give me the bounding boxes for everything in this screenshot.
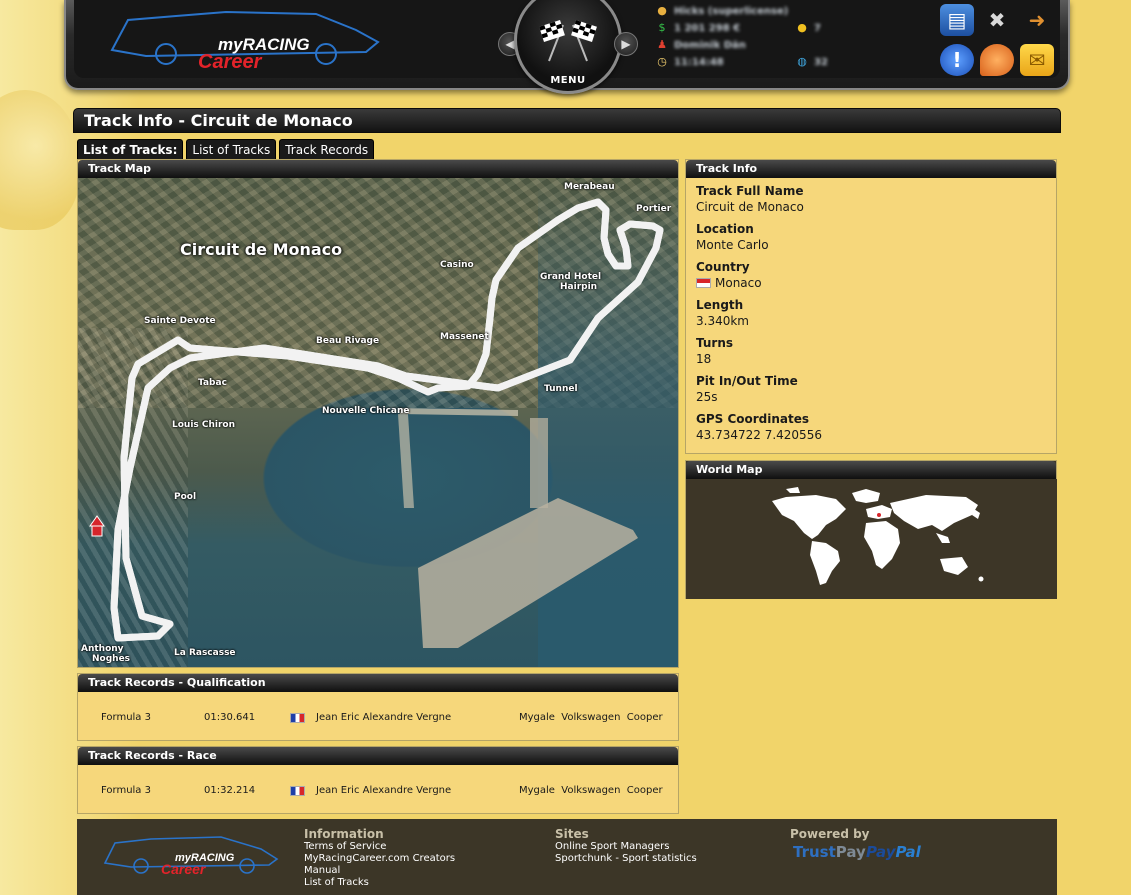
top-icons: ▤ ✖ ➜ ! ✉: [936, 4, 1060, 80]
table-row: Formula 3 01:30.641 Jean Eric Alexandre …: [78, 711, 678, 725]
footer-link-sportchunk[interactable]: Sportchunk - Sport statistics: [555, 853, 697, 865]
france-flag-icon: [290, 713, 305, 723]
footer-link-sport-managers[interactable]: Online Sport Managers: [555, 841, 697, 853]
book-icon[interactable]: ▤: [940, 4, 974, 36]
record-car: Mygale Volkswagen Cooper: [519, 785, 663, 796]
label-tabac: Tabac: [198, 378, 227, 388]
label-grand-hotel: Grand Hotel: [540, 272, 602, 282]
logo-text-bottom: Career: [198, 51, 263, 70]
footer-sites: Sites Online Sport Managers Sportchunk -…: [555, 827, 697, 865]
label-casino: Casino: [440, 260, 474, 270]
info-country: Country Monaco: [696, 260, 762, 290]
records-race-header: Track Records - Race: [78, 747, 678, 765]
map-title: Circuit de Monaco: [180, 240, 343, 259]
footer-information: Information Terms of Service MyRacingCar…: [304, 827, 456, 889]
label-pool: Pool: [174, 492, 197, 502]
player-stats: ● Hicks (superlicense) $1 201 298 € ● 7 ♟ D…: [656, 2, 856, 70]
footer-logo[interactable]: myRACING Career: [101, 833, 281, 880]
records-qualification-panel: Track Records - Qualification Formula 3 …: [77, 673, 679, 741]
tab-list-of-tracks[interactable]: List of Tracks: [186, 139, 277, 159]
track-info-body: Track Full Name Circuit de Monaco Locati…: [686, 178, 1056, 450]
france-flag-icon: [290, 786, 305, 796]
track-location-marker: [877, 513, 881, 517]
user-icon: ●: [657, 4, 667, 17]
chat-bubble-icon[interactable]: [980, 44, 1014, 76]
monaco-flag-icon: [696, 278, 711, 288]
label-portier: Portier: [636, 204, 672, 214]
tabs-label: List of Tracks:: [77, 139, 184, 159]
label-massenet: Massenet: [440, 332, 489, 342]
alert-icon[interactable]: !: [940, 44, 974, 76]
menu-label: MENU: [550, 75, 586, 86]
world-map-header: World Map: [686, 461, 1056, 479]
label-tunnel: Tunnel: [544, 384, 578, 394]
footer-powered-by: Powered by: [790, 827, 870, 841]
stat-money: $1 201 298 € ● 7: [656, 19, 856, 36]
record-time: 01:32.214: [204, 785, 256, 796]
globe-icon: ◍: [797, 55, 807, 68]
info-turns: Turns 18: [696, 336, 734, 366]
track-layout: [89, 198, 664, 648]
label-louis-chiron: Louis Chiron: [172, 420, 236, 430]
track-info-panel: Track Info Track Full Name Circuit de Mo…: [685, 159, 1057, 454]
label-mirabeau: Merabeau: [564, 182, 615, 192]
site-logo[interactable]: myRACING Career: [106, 8, 386, 73]
track-map-image: Circuit de Monaco Merabeau Portier Casin…: [78, 178, 678, 667]
top-bar: myRACING Career ◀ MENU ▶ ● Hicks (superl…: [64, 0, 1070, 94]
manager-icon: ♟: [657, 38, 667, 51]
coin-icon: ●: [797, 21, 807, 34]
label-nouvelle-chicane: Nouvelle Chicane: [322, 406, 410, 416]
footer-link-terms[interactable]: Terms of Service: [304, 841, 455, 853]
tab-track-records[interactable]: Track Records: [279, 139, 375, 159]
tools-icon[interactable]: ✖: [980, 4, 1014, 36]
label-la-rascasse: La Rascasse: [174, 648, 236, 658]
record-series: Formula 3: [101, 712, 151, 723]
clock-icon: ◷: [657, 55, 667, 68]
footer-link-manual[interactable]: Manual: [304, 865, 455, 877]
trustpay-logo[interactable]: TrustPay: [793, 843, 866, 861]
page-title: Track Info - Circuit de Monaco: [73, 108, 1061, 133]
record-car: Mygale Volkswagen Cooper: [519, 712, 663, 723]
record-driver[interactable]: Jean Eric Alexandre Vergne: [316, 711, 451, 725]
footer-link-tracks[interactable]: List of Tracks: [304, 877, 455, 889]
checkered-flags-icon: [539, 19, 597, 62]
world-map: [686, 479, 1057, 599]
paypal-logo[interactable]: PayPal: [866, 843, 921, 861]
world-map-image: [772, 487, 984, 585]
mail-icon[interactable]: ✉: [1020, 44, 1054, 76]
footer-link-creators[interactable]: MyRacingCareer.com Creators: [304, 853, 455, 865]
info-gps: GPS Coordinates 43.734722 7.420556: [696, 412, 822, 442]
info-pit-time: Pit In/Out Time 25s: [696, 374, 798, 404]
stat-user[interactable]: ● Hicks (superlicense): [656, 2, 856, 19]
label-beau-rivage: Beau Rivage: [316, 336, 380, 346]
info-full-name: Track Full Name Circuit de Monaco: [696, 184, 804, 214]
info-location: Location Monte Carlo: [696, 222, 769, 252]
world-map-panel: World Map: [685, 460, 1057, 599]
track-map-panel: Track Map Circuit de Monaco Merabeau Por…: [77, 159, 679, 668]
label-noghes: Noghes: [92, 654, 131, 664]
footer: myRACING Career Information Terms of Ser…: [77, 819, 1057, 895]
tab-bar: List of Tracks: List of Tracks Track Rec…: [77, 139, 375, 159]
svg-text:Career: Career: [161, 861, 207, 877]
stat-time: ◷ 11:14:48 ◍ 32: [657, 55, 828, 68]
label-hairpin: Hairpin: [560, 282, 598, 292]
dollar-icon: $: [658, 21, 666, 34]
table-row: Formula 3 01:32.214 Jean Eric Alexandre …: [78, 784, 678, 798]
label-anthony: Anthony: [81, 644, 124, 654]
main-menu-button[interactable]: MENU: [514, 0, 622, 94]
track-map-header: Track Map: [78, 160, 678, 178]
records-qualification-header: Track Records - Qualification: [78, 674, 678, 692]
stat-manager[interactable]: ♟ Dominik Dän: [656, 36, 856, 53]
record-time: 01:30.641: [204, 712, 256, 723]
records-race-panel: Track Records - Race Formula 3 01:32.214…: [77, 746, 679, 814]
label-sainte-devote: Sainte Devote: [144, 316, 216, 326]
info-length: Length 3.340km: [696, 298, 749, 328]
exit-door-icon[interactable]: ➜: [1020, 4, 1054, 36]
menu-next-button[interactable]: ▶: [614, 32, 638, 56]
track-info-header: Track Info: [686, 160, 1056, 178]
record-series: Formula 3: [101, 785, 151, 796]
record-driver[interactable]: Jean Eric Alexandre Vergne: [316, 784, 451, 798]
